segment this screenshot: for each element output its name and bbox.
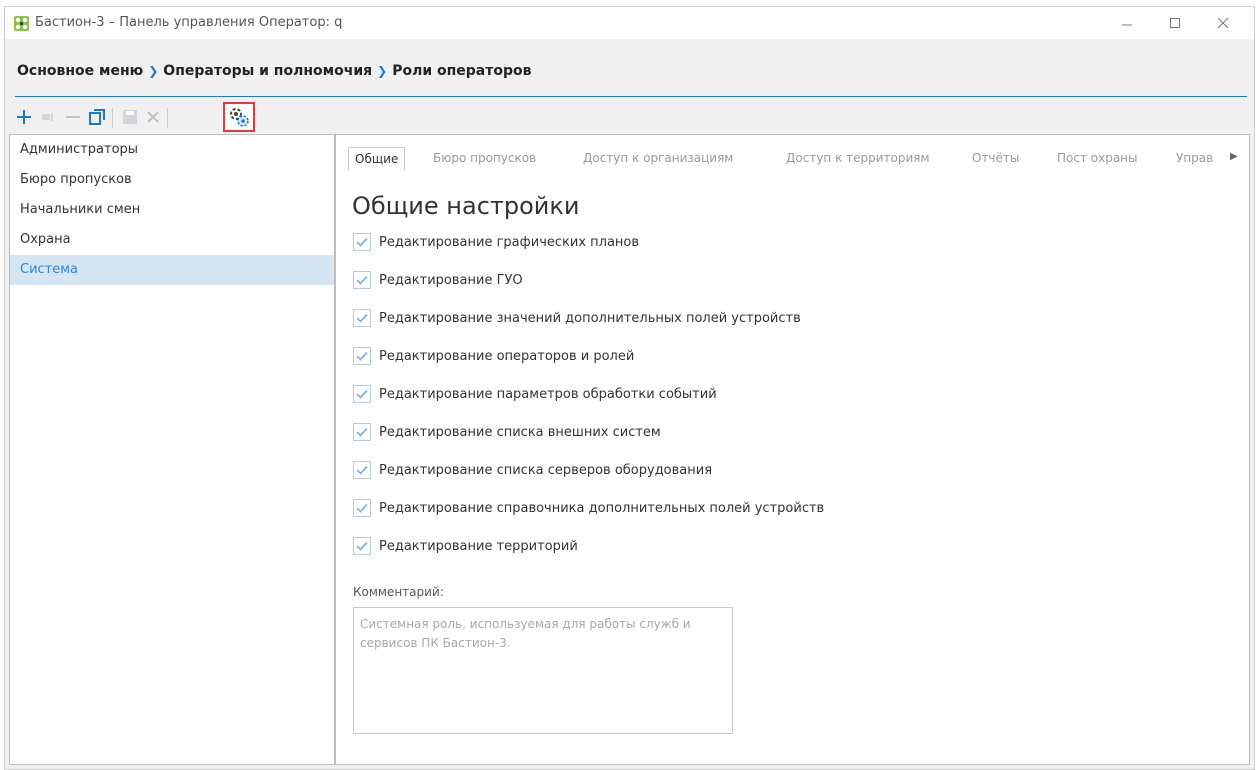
setting-label: Редактирование территорий [379,538,578,554]
checkbox-checked-icon[interactable] [353,309,371,327]
maximize-icon [1170,18,1180,28]
setting-graphic-plans[interactable]: Редактирование графических планов [353,232,639,252]
setting-device-field-values[interactable]: Редактирование значений дополнительных п… [353,308,801,328]
setting-label: Редактирование списка серверов оборудова… [379,462,713,478]
minimize-icon [1122,24,1132,26]
setting-label: Редактирование операторов и ролей [379,348,635,364]
tab-management[interactable]: Управ [1176,147,1213,171]
section-title: Общие настройки [352,192,580,220]
role-settings-button[interactable] [223,102,255,132]
setting-event-processing[interactable]: Редактирование параметров обработки собы… [353,384,717,404]
checkbox-checked-icon[interactable] [353,233,371,251]
role-item-system[interactable]: Система [10,255,334,285]
add-button[interactable] [12,104,36,130]
setting-device-field-reference[interactable]: Редактирование справочника дополнительны… [353,498,824,518]
breadcrumb-separator-icon: ❯ [148,64,159,78]
toolbar-separator [112,108,113,128]
roles-list: Администраторы Бюро пропусков Начальники… [9,134,335,765]
maximize-button[interactable] [1153,7,1197,39]
tab-security-post[interactable]: Пост охраны [1057,147,1138,171]
tab-pass-bureau[interactable]: Бюро пропусков [433,147,536,171]
checkbox-checked-icon[interactable] [353,537,371,555]
cancel-icon [147,111,159,123]
checkbox-checked-icon[interactable] [353,271,371,289]
comment-label: Комментарий: [353,585,444,599]
tab-scroll-right-icon[interactable]: ▶ [1230,151,1238,162]
checkbox-checked-icon[interactable] [353,423,371,441]
role-item-shift-chiefs[interactable]: Начальники смен [10,195,334,225]
setting-label: Редактирование справочника дополнительны… [379,500,825,516]
breadcrumb-main-menu[interactable]: Основное меню [17,63,143,79]
minimize-button[interactable] [1105,7,1149,39]
tab-reports[interactable]: Отчёты [972,147,1019,171]
tab-territory-access[interactable]: Доступ к территориям [786,147,930,171]
app-logo-icon [14,16,29,31]
cancel-button[interactable] [141,104,165,130]
breadcrumb-operators[interactable]: Операторы и полномочия [163,63,372,79]
setting-territories[interactable]: Редактирование территорий [353,536,578,556]
setting-guo[interactable]: Редактирование ГУО [353,270,523,290]
role-item-pass-bureau[interactable]: Бюро пропусков [10,165,334,195]
setting-equipment-servers[interactable]: Редактирование списка серверов оборудова… [353,460,712,480]
breadcrumb-separator-icon: ❯ [377,64,388,78]
setting-label: Редактирование ГУО [379,272,523,288]
close-button[interactable] [1201,7,1245,39]
checkbox-checked-icon[interactable] [353,461,371,479]
remove-icon [66,116,80,118]
checkbox-checked-icon[interactable] [353,347,371,365]
save-button[interactable] [118,104,142,130]
setting-external-systems[interactable]: Редактирование списка внешних систем [353,422,661,442]
add-icon [17,110,31,124]
checkbox-checked-icon[interactable] [353,385,371,403]
save-icon [123,110,137,124]
setting-operators-roles[interactable]: Редактирование операторов и ролей [353,346,634,366]
breadcrumb: Основное меню ❯ Операторы и полномочия ❯… [5,61,1254,81]
copy-button[interactable] [85,104,109,130]
edit-icon [42,113,53,121]
breadcrumb-divider [15,96,1247,97]
window-title: Бастион-3 – Панель управления Оператор: … [35,15,343,30]
tab-organization-access[interactable]: Доступ к организациям [583,147,733,171]
tab-strip: Общие Бюро пропусков Доступ к организаци… [336,135,1249,175]
title-bar: Бастион-3 – Панель управления Оператор: … [5,7,1254,39]
remove-button[interactable] [61,104,85,130]
setting-label: Редактирование графических планов [379,234,640,250]
edit-button[interactable] [37,104,61,130]
breadcrumb-roles: Роли операторов [392,63,532,79]
role-item-administrators[interactable]: Администраторы [10,135,334,165]
setting-label: Редактирование списка внешних систем [379,424,661,440]
copy-icon [89,109,105,125]
tab-general[interactable]: Общие [348,147,406,171]
toolbar-separator [167,108,168,128]
setting-label: Редактирование значений дополнительных п… [379,310,801,326]
toolbar [5,102,305,132]
role-details-panel: Общие Бюро пропусков Доступ к организаци… [335,134,1250,765]
role-settings-icon [230,108,249,127]
setting-label: Редактирование параметров обработки собы… [379,386,717,402]
app-window: Бастион-3 – Панель управления Оператор: … [4,6,1255,770]
checkbox-checked-icon[interactable] [353,499,371,517]
role-item-security[interactable]: Охрана [10,225,334,255]
close-icon [1217,17,1229,29]
comment-textarea[interactable]: Системная роль, используемая для работы … [353,607,733,734]
